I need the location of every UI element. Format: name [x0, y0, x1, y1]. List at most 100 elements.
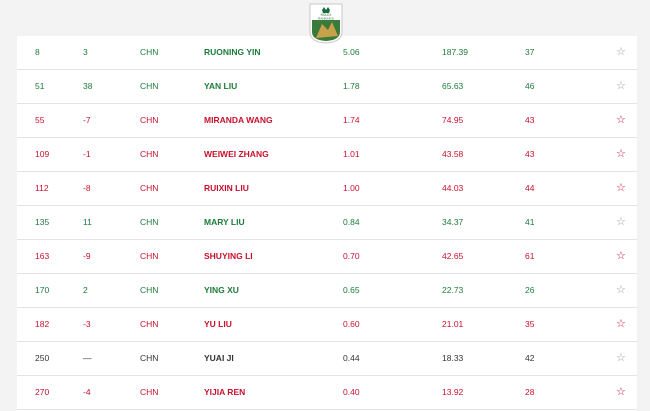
nationality-cell: CHN: [140, 387, 159, 397]
total-points-cell: 187.39: [442, 47, 468, 57]
table-row[interactable]: 112 -8 CHN RUIXIN LIU 1.00 44.03 44 ☆: [17, 172, 637, 206]
average-points-cell: 0.65: [343, 285, 360, 295]
table-row[interactable]: 135 11 CHN MARY LIU 0.84 34.37 41 ☆: [17, 206, 637, 240]
events-cell: 28: [525, 387, 535, 397]
rank-cell: 135: [35, 217, 50, 227]
average-points-cell: 1.78: [343, 81, 360, 91]
player-name-link[interactable]: YAN LIU: [204, 70, 237, 103]
table-row[interactable]: 55 -7 CHN MIRANDA WANG 1.74 74.95 43 ☆: [17, 104, 637, 138]
events-cell: 42: [525, 353, 535, 363]
movement-cell: 11: [83, 217, 92, 227]
player-name-link[interactable]: YING XU: [204, 274, 239, 307]
events-cell: 43: [525, 149, 535, 159]
favorite-star-icon[interactable]: ☆: [616, 240, 626, 273]
favorite-star-icon[interactable]: ☆: [616, 138, 626, 171]
rank-cell: 163: [35, 251, 50, 261]
movement-cell: 3: [83, 47, 88, 57]
movement-cell: -7: [83, 115, 91, 125]
rank-cell: 270: [35, 387, 50, 397]
events-cell: 46: [525, 81, 535, 91]
nationality-cell: CHN: [140, 81, 159, 91]
movement-cell: -4: [83, 387, 91, 397]
favorite-star-icon[interactable]: ☆: [616, 104, 626, 137]
movement-cell: -8: [83, 183, 91, 193]
nationality-cell: CHN: [140, 319, 159, 329]
nationality-cell: CHN: [140, 353, 159, 363]
average-points-cell: 0.44: [343, 353, 360, 363]
table-row[interactable]: 51 38 CHN YAN LIU 1.78 65.63 46 ☆: [17, 70, 637, 104]
events-cell: 35: [525, 319, 535, 329]
player-name-link[interactable]: YU LIU: [204, 308, 232, 341]
nationality-cell: CHN: [140, 251, 159, 261]
average-points-cell: 0.84: [343, 217, 360, 227]
total-points-cell: 65.63: [442, 81, 464, 91]
nationality-cell: CHN: [140, 149, 159, 159]
player-name-link[interactable]: SHUYING LI: [204, 240, 253, 273]
player-name-link[interactable]: MIRANDA WANG: [204, 104, 273, 137]
table-row[interactable]: 182 -3 CHN YU LIU 0.60 21.01 35 ☆: [17, 308, 637, 342]
average-points-cell: 0.60: [343, 319, 360, 329]
events-cell: 37: [525, 47, 535, 57]
movement-cell: -3: [83, 319, 91, 329]
rank-cell: 109: [35, 149, 50, 159]
rank-cell: 170: [35, 285, 50, 295]
movement-cell: 2: [83, 285, 88, 295]
favorite-star-icon[interactable]: ☆: [616, 308, 626, 341]
player-name-link[interactable]: RUIXIN LIU: [204, 172, 249, 205]
rank-cell: 8: [35, 47, 40, 57]
events-cell: 61: [525, 251, 535, 261]
total-points-cell: 42.65: [442, 251, 464, 261]
total-points-cell: 13.92: [442, 387, 464, 397]
nationality-cell: CHN: [140, 285, 159, 295]
favorite-star-icon[interactable]: ☆: [616, 376, 626, 409]
average-points-cell: 5.06: [343, 47, 360, 57]
rankings-table: 8 3 CHN RUONING YIN 5.06 187.39 37 ☆ 51 38 CHN YAN …: [17, 36, 637, 411]
favorite-star-icon[interactable]: ☆: [616, 274, 626, 307]
nationality-cell: CHN: [140, 47, 159, 57]
logo-text-rankings: RANKINGS: [318, 17, 334, 21]
rank-cell: 182: [35, 319, 50, 329]
favorite-star-icon[interactable]: ☆: [616, 206, 626, 239]
table-row[interactable]: 109 -1 CHN WEIWEI ZHANG 1.01 43.58 43 ☆: [17, 138, 637, 172]
favorite-star-icon[interactable]: ☆: [616, 70, 626, 103]
events-cell: 43: [525, 115, 535, 125]
average-points-cell: 1.00: [343, 183, 360, 193]
events-cell: 44: [525, 183, 535, 193]
rolex-rankings-logo[interactable]: ROLEX RANKINGS: [308, 2, 344, 44]
movement-cell: -9: [83, 251, 91, 261]
table-row[interactable]: 250 — CHN YUAI JI 0.44 18.33 42 ☆: [17, 342, 637, 376]
rank-cell: 250: [35, 353, 50, 363]
events-cell: 41: [525, 217, 535, 227]
player-name-link[interactable]: MARY LIU: [204, 206, 245, 239]
table-row[interactable]: 163 -9 CHN SHUYING LI 0.70 42.65 61 ☆: [17, 240, 637, 274]
favorite-star-icon[interactable]: ☆: [616, 36, 626, 69]
events-cell: 26: [525, 285, 535, 295]
total-points-cell: 43.58: [442, 149, 464, 159]
total-points-cell: 34.37: [442, 217, 464, 227]
rank-cell: 55: [35, 115, 45, 125]
movement-cell: —: [83, 353, 92, 363]
movement-cell: -1: [83, 149, 91, 159]
movement-cell: 38: [83, 81, 93, 91]
total-points-cell: 22.73: [442, 285, 464, 295]
rank-cell: 51: [35, 81, 45, 91]
total-points-cell: 21.01: [442, 319, 464, 329]
player-name-link[interactable]: WEIWEI ZHANG: [204, 138, 269, 171]
table-row[interactable]: 170 2 CHN YING XU 0.65 22.73 26 ☆: [17, 274, 637, 308]
page-header: ROLEX RANKINGS: [0, 0, 650, 44]
player-name-link[interactable]: YUAI JI: [204, 342, 234, 375]
nationality-cell: CHN: [140, 183, 159, 193]
total-points-cell: 44.03: [442, 183, 464, 193]
favorite-star-icon[interactable]: ☆: [616, 172, 626, 205]
nationality-cell: CHN: [140, 217, 159, 227]
player-name-link[interactable]: RUONING YIN: [204, 36, 261, 69]
table-row[interactable]: 270 -4 CHN YIJIA REN 0.40 13.92 28 ☆: [17, 376, 637, 410]
average-points-cell: 0.40: [343, 387, 360, 397]
player-name-link[interactable]: YIJIA REN: [204, 376, 245, 409]
average-points-cell: 0.70: [343, 251, 360, 261]
rank-cell: 112: [35, 183, 49, 193]
average-points-cell: 1.74: [343, 115, 360, 125]
nationality-cell: CHN: [140, 115, 159, 125]
favorite-star-icon[interactable]: ☆: [616, 342, 626, 375]
total-points-cell: 74.95: [442, 115, 464, 125]
